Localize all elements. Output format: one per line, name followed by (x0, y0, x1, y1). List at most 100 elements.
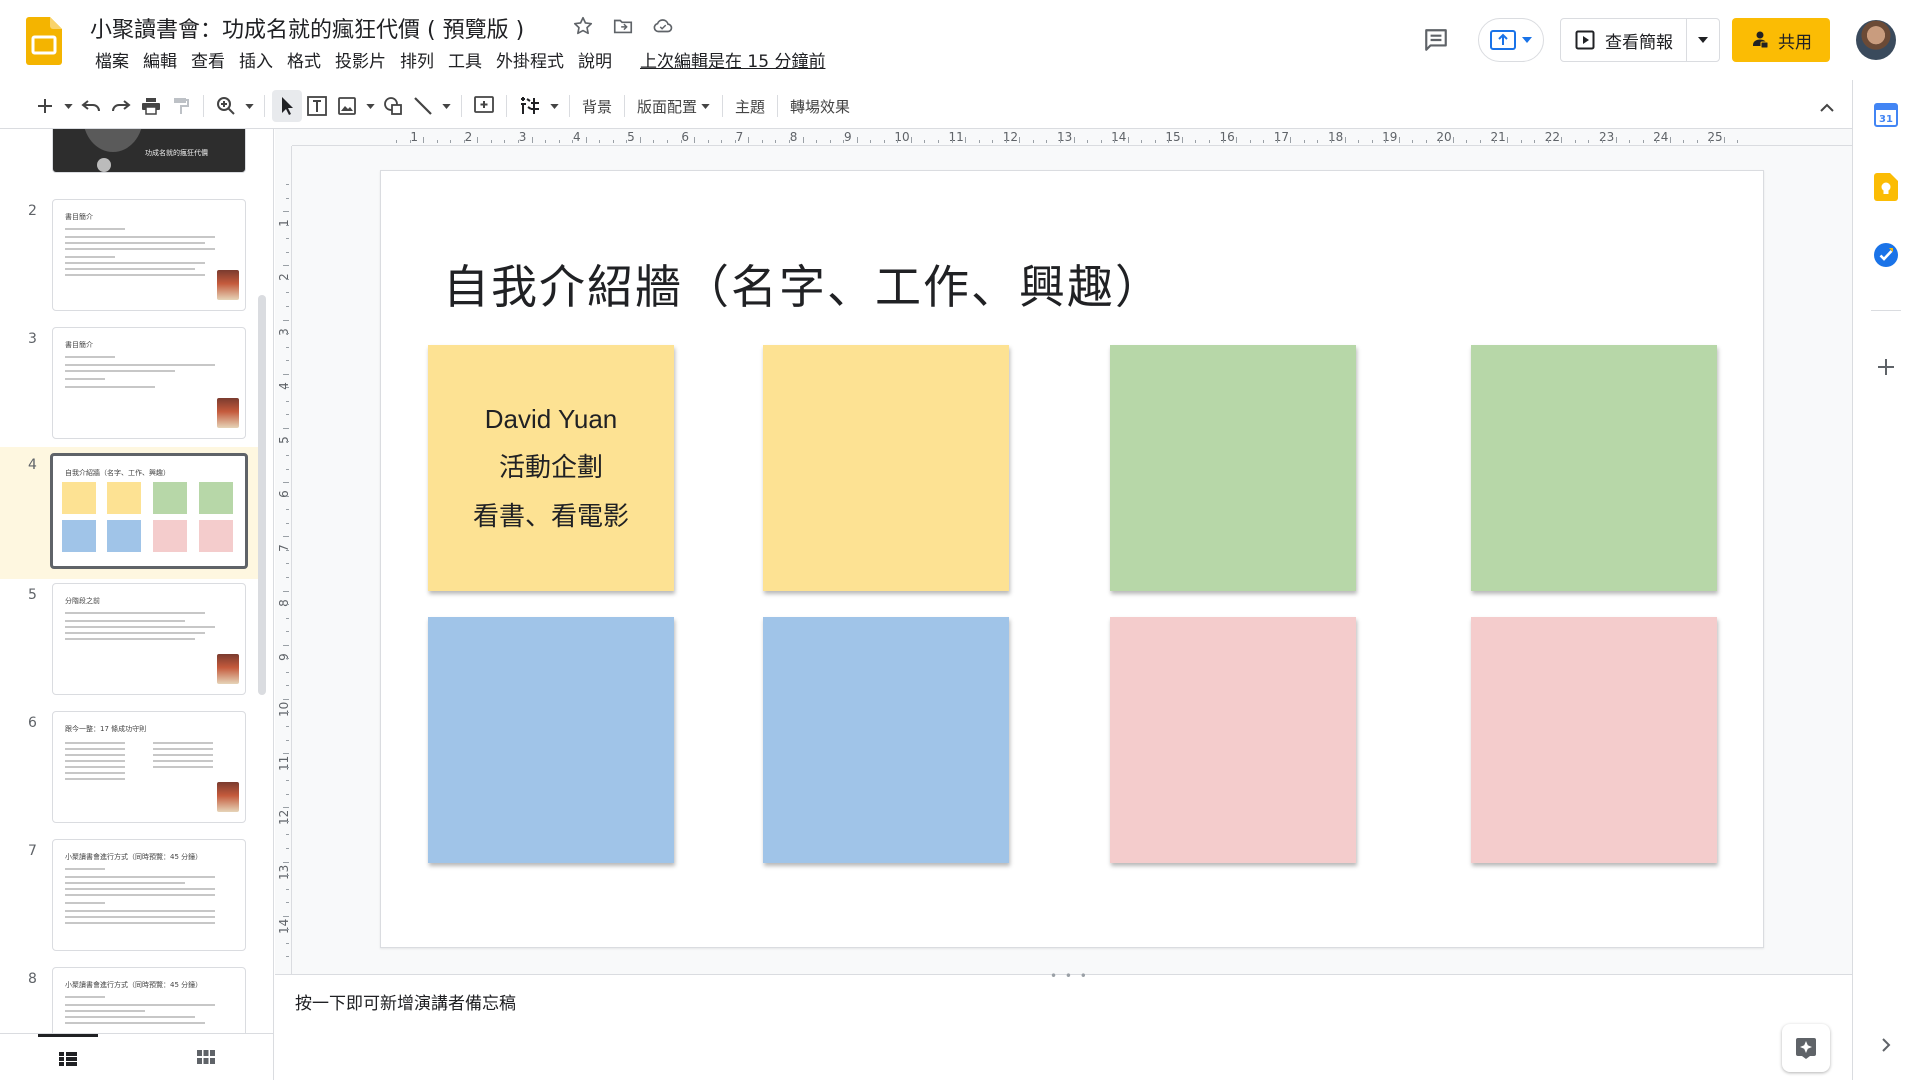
input-tools-dropdown[interactable] (546, 90, 562, 122)
sticky-note-6[interactable] (763, 617, 1009, 863)
new-slide-layout-dropdown[interactable] (60, 90, 76, 122)
thumbnail-logo (97, 158, 111, 172)
chevron-down-icon (1698, 37, 1709, 43)
line-button[interactable] (408, 90, 438, 122)
ruler-h-label: 3 (518, 130, 527, 144)
slide-thumbnail-preview: 書目簡介 (52, 199, 246, 311)
undo-button[interactable] (76, 90, 106, 122)
menu-file[interactable]: 檔案 (88, 50, 136, 74)
zoom-dropdown[interactable] (241, 90, 257, 122)
zoom-button[interactable] (211, 90, 241, 122)
slideshow-options-dropdown[interactable] (1687, 37, 1719, 43)
notes-resize-handle[interactable]: • • • (1050, 969, 1089, 983)
slide-canvas[interactable]: 自我介紹牆（名字、工作、興趣） David Yuan 活動企劃 看書、看電影 (380, 170, 1764, 948)
book-cover-image (217, 782, 239, 812)
get-addons-plus-icon[interactable] (1871, 352, 1901, 382)
slide-thumbnail-preview: 分階段之前 (52, 583, 246, 695)
menu-arrange[interactable]: 排列 (393, 50, 441, 74)
calendar-icon[interactable]: 31 (1871, 100, 1901, 130)
collapse-menus-button[interactable] (1812, 92, 1842, 122)
ruler-h-tick (558, 140, 560, 143)
input-tools-button[interactable] (514, 90, 546, 122)
insert-image-dropdown[interactable] (362, 90, 378, 122)
slide-thumbnail-7[interactable]: 7 小聚讀書會進行方式（同時預覽：45 分鐘） (0, 839, 262, 963)
insert-image-button[interactable] (332, 90, 362, 122)
slide-thumbnail-5[interactable]: 5 分階段之前 (0, 583, 262, 707)
present-to-meeting-button[interactable] (1478, 18, 1544, 62)
cloud-saved-icon[interactable] (650, 13, 676, 39)
theme-button[interactable]: 主題 (730, 90, 770, 122)
sticky-note-7[interactable] (1110, 617, 1356, 863)
ruler-v-tick (283, 319, 289, 321)
slide-thumbnail-2[interactable]: 2 書目簡介 (0, 199, 262, 323)
paint-format-button[interactable] (166, 90, 196, 122)
avatar[interactable] (1856, 20, 1896, 60)
explore-button[interactable] (1782, 1024, 1830, 1072)
menu-edit[interactable]: 編輯 (136, 50, 184, 74)
redo-button[interactable] (106, 90, 136, 122)
menu-view[interactable]: 查看 (184, 50, 232, 74)
sticky-note-2[interactable] (763, 345, 1009, 591)
sticky-note-5[interactable] (428, 617, 674, 863)
last-edit-link[interactable]: 上次編輯是在 15 分鐘前 (633, 50, 832, 74)
slide-thumbnail-3[interactable]: 3 書目簡介 (0, 327, 262, 451)
menu-addons[interactable]: 外掛程式 (489, 50, 571, 74)
slide-thumbnail-1[interactable]: 功成名就的瘋狂代價 (0, 129, 262, 185)
slides-logo-icon[interactable] (26, 17, 62, 65)
grid-view-tab[interactable] (176, 1034, 236, 1080)
ruler-h-tick (1209, 140, 1210, 143)
document-title[interactable]: 小聚讀書會：功成名就的瘋狂代價 ( 預覽版 ) (90, 12, 524, 44)
ruler-v-tick (286, 455, 289, 456)
new-slide-button[interactable] (30, 90, 60, 122)
speaker-notes-placeholder[interactable]: 按一下即可新增演講者備忘稿 (295, 989, 516, 1014)
add-comment-button[interactable] (469, 90, 499, 122)
print-button[interactable] (136, 90, 166, 122)
menu-slide[interactable]: 投影片 (328, 50, 393, 74)
sticky-note-3[interactable] (1110, 345, 1356, 591)
keep-icon[interactable] (1871, 172, 1901, 202)
transition-button[interactable]: 轉場效果 (785, 90, 855, 122)
ruler-h-tick (1480, 140, 1481, 143)
filmstrip-view-tab[interactable] (38, 1034, 98, 1080)
share-button[interactable]: 共用 (1732, 18, 1830, 62)
vertical-ruler[interactable]: 1 2 3 4 5 6 7 8 9 10 11 12 13 14 (276, 146, 292, 974)
ruler-h-tick (1195, 140, 1197, 143)
line-dropdown[interactable] (438, 90, 454, 122)
menu-tools[interactable]: 工具 (441, 50, 489, 74)
slide-title[interactable]: 自我介紹牆（名字、工作、興趣） (443, 251, 1163, 317)
menu-format[interactable]: 格式 (280, 50, 328, 74)
background-button[interactable]: 背景 (577, 90, 617, 122)
sticky-note-8[interactable] (1471, 617, 1717, 863)
slide-filmstrip: 功成名就的瘋狂代價 2 書目簡介 3 書目簡介 4 自我介紹牆（名字、工作、興趣… (0, 129, 274, 1033)
menu-insert[interactable]: 插入 (232, 50, 280, 74)
ruler-h-tick (1222, 140, 1224, 143)
slide-thumbnail-6[interactable]: 6 跟今一整：17 條成功守則 (0, 711, 262, 835)
slideshow-button[interactable]: 查看簡報 (1561, 19, 1688, 61)
side-panel-divider (1871, 310, 1901, 311)
sticky-note-1[interactable]: David Yuan 活動企劃 看書、看電影 (428, 345, 674, 591)
select-tool-button[interactable] (272, 90, 302, 122)
ruler-h-tick (1412, 140, 1414, 143)
thumbnail-title: 小聚讀書會進行方式（同時預覽：45 分鐘） (65, 981, 203, 989)
text-box-button[interactable] (302, 90, 332, 122)
slide-number: 7 (28, 843, 37, 859)
move-to-folder-icon[interactable] (610, 13, 636, 39)
ruler-h-tick (436, 140, 438, 143)
horizontal-ruler[interactable]: 1 2 3 4 5 6 7 8 9 10 11 12 13 14 15 16 17 18 19 20 21 22 23 24 2… (292, 130, 1852, 146)
book-cover-image (217, 398, 239, 428)
layout-button[interactable]: 版面配置 (632, 90, 715, 122)
expand-side-panel-chevron-icon[interactable] (1871, 1030, 1901, 1060)
shape-button[interactable] (378, 90, 408, 122)
slide-thumbnail-8[interactable]: 8 小聚讀書會進行方式（同時預覽：45 分鐘） (0, 967, 262, 1033)
menu-help[interactable]: 說明 (571, 50, 619, 74)
ruler-v-tick (286, 617, 289, 619)
speaker-notes-panel[interactable]: • • • 按一下即可新增演講者備忘稿 (275, 969, 1852, 1080)
slide-thumbnail-4[interactable]: 4 自我介紹牆（名字、工作、興趣） (0, 447, 262, 579)
filmstrip-scrollbar[interactable] (258, 295, 266, 695)
comments-button[interactable] (1416, 20, 1456, 60)
ruler-h-tick (1696, 140, 1698, 143)
star-icon[interactable] (570, 13, 596, 39)
thumbnail-title: 書目簡介 (65, 213, 93, 221)
tasks-icon[interactable] (1871, 240, 1901, 270)
sticky-note-4[interactable] (1471, 345, 1717, 591)
